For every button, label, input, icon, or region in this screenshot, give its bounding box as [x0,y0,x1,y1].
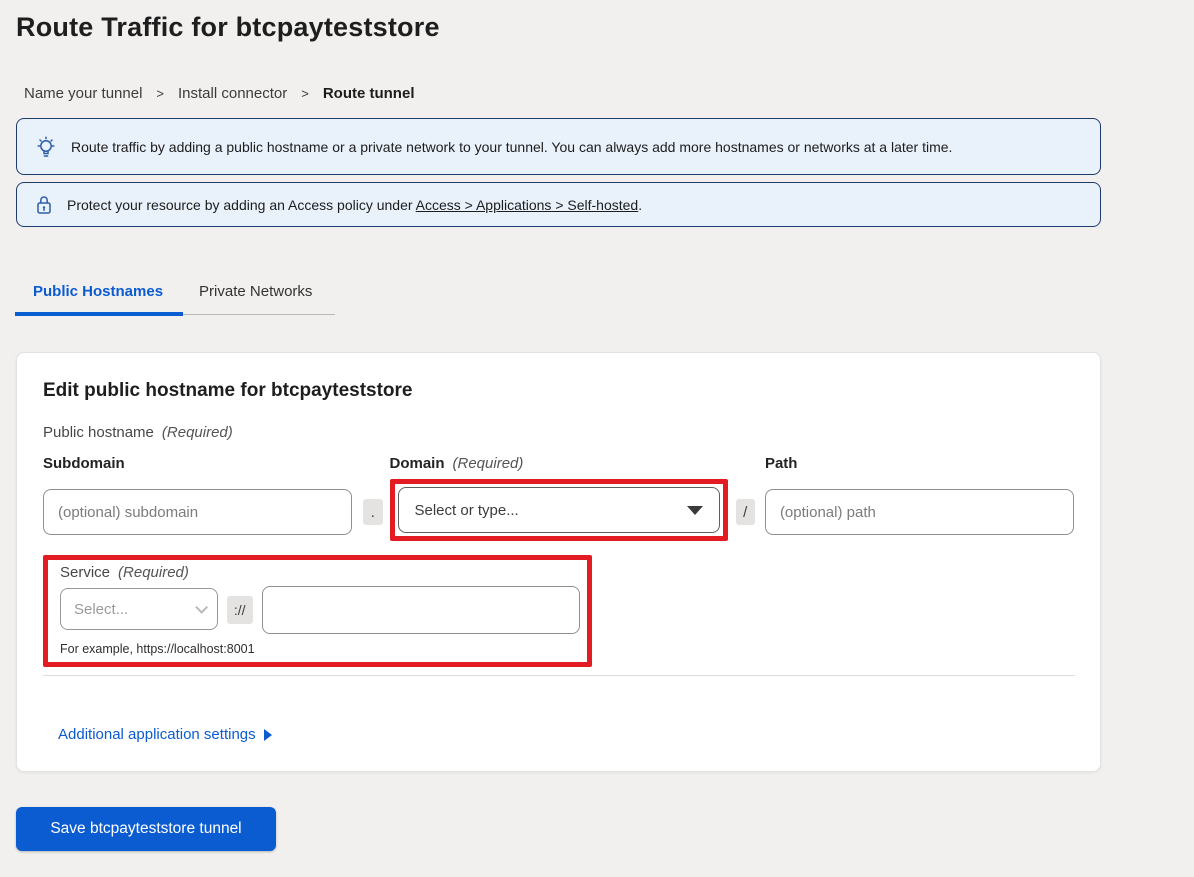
hostname-row: Subdomain . Domain (Required) Select or t… [43,455,1074,541]
subdomain-input[interactable] [43,489,352,535]
breadcrumb-install-connector[interactable]: Install connector [178,85,287,102]
chevron-down-icon [195,601,208,614]
lightbulb-icon [35,135,57,159]
card-heading: Edit public hostname for btcpayteststore [43,380,1074,402]
lock-icon [35,194,53,216]
service-required: (Required) [118,564,189,581]
page-title: Route Traffic for btcpayteststore [16,12,1194,43]
save-tunnel-button[interactable]: Save btcpayteststore tunnel [16,807,276,851]
tab-underline [15,312,335,316]
breadcrumb: Name your tunnel > Install connector > R… [24,85,1194,102]
active-tab-indicator [15,312,183,316]
public-hostname-required: (Required) [162,424,233,441]
service-type-value: Select... [74,601,128,618]
service-caption: Service (Required) [55,564,580,581]
tab-private-networks[interactable]: Private Networks [181,275,330,312]
tab-public-hostnames[interactable]: Public Hostnames [15,275,181,312]
service-example-text: For example, https://localhost:8001 [55,642,580,656]
service-label-text: Service [60,564,110,581]
service-url-input[interactable] [262,586,580,634]
access-banner-text-after: . [638,197,642,213]
caret-right-icon [264,729,272,741]
breadcrumb-name-your-tunnel[interactable]: Name your tunnel [24,85,142,102]
additional-settings-label: Additional application settings [58,726,256,743]
service-type-select[interactable]: Select... [60,588,218,630]
slash-separator: / [736,499,755,525]
service-highlight-box: Service (Required) Select... :// For exam… [43,555,592,667]
public-hostname-label: Public hostname [43,424,154,441]
domain-highlight-box: Select or type... [390,479,728,541]
additional-application-settings-link[interactable]: Additional application settings [58,726,272,743]
domain-select-value: Select or type... [415,502,519,519]
domain-select[interactable]: Select or type... [398,487,720,533]
breadcrumb-route-tunnel: Route tunnel [323,85,415,102]
path-label: Path [765,455,1074,477]
service-row: Select... :// [55,588,580,634]
dot-separator: . [363,499,382,525]
chevron-down-icon [687,506,703,515]
subdomain-label: Subdomain [43,455,352,477]
tip-banner: Route traffic by adding a public hostnam… [16,118,1101,175]
access-policy-link[interactable]: Access > Applications > Self-hosted [416,197,639,213]
path-input[interactable] [765,489,1074,535]
tip-banner-text: Route traffic by adding a public hostnam… [71,139,952,155]
domain-label-text: Domain [390,455,445,472]
domain-required: (Required) [453,455,524,472]
access-banner-text-before: Protect your resource by adding an Acces… [67,197,416,213]
edit-public-hostname-card: Edit public hostname for btcpayteststore… [16,352,1101,772]
breadcrumb-separator: > [156,86,164,101]
tab-bar: Public Hostnames Private Networks [15,275,335,316]
section-divider [43,675,1075,676]
breadcrumb-separator: > [301,86,309,101]
domain-label: Domain (Required) [390,455,728,477]
access-banner-text: Protect your resource by adding an Acces… [67,197,642,213]
public-hostname-caption: Public hostname (Required) [43,424,1074,441]
access-banner: Protect your resource by adding an Acces… [16,182,1101,227]
scheme-separator: :// [227,596,253,624]
